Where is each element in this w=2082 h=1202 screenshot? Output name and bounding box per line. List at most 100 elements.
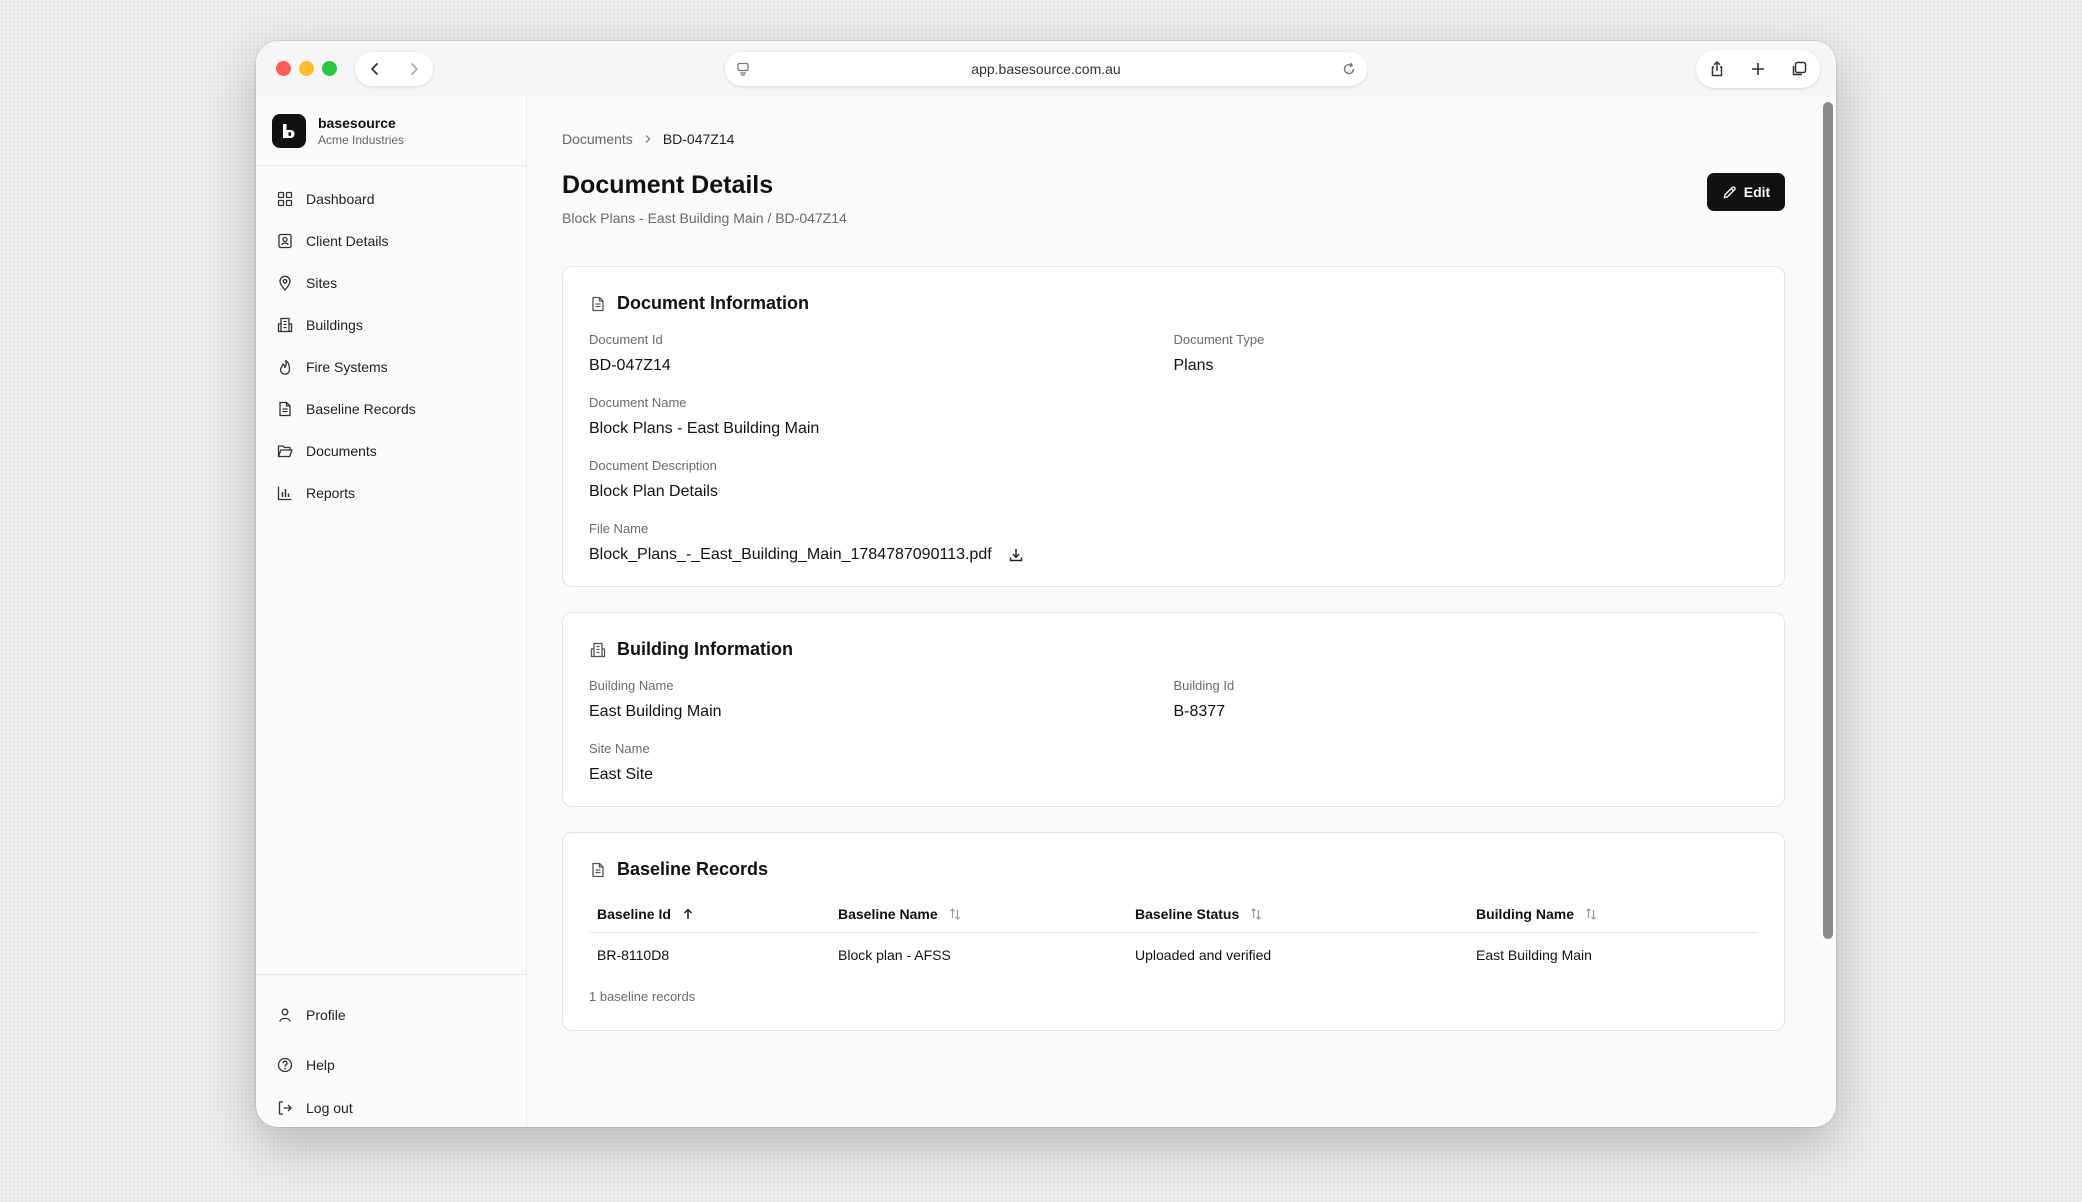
column-header-label: Baseline Status xyxy=(1135,906,1240,922)
address-bar[interactable]: app.basesource.com.au xyxy=(725,52,1367,86)
tab-overview-icon[interactable] xyxy=(1790,60,1808,78)
sidebar-item-help[interactable]: Help xyxy=(256,1043,526,1086)
browser-window: app.basesource.com.au basesource Acme In… xyxy=(256,41,1836,1127)
document-name-field: Document Name Block Plans - East Buildin… xyxy=(589,395,1758,438)
field-label: Document Type xyxy=(1173,332,1265,347)
building-id-value: B-8377 xyxy=(1173,703,1226,720)
file-text-icon xyxy=(589,295,607,313)
building-icon xyxy=(276,316,294,334)
brand[interactable]: basesource Acme Industries xyxy=(256,96,526,166)
document-type-field: Document Type Plans xyxy=(1174,332,1759,375)
records-count: 1 baseline records xyxy=(589,989,696,1004)
brand-name: basesource xyxy=(318,114,396,131)
building-name-cell: East Building Main xyxy=(1476,947,1592,963)
sidebar-item-dashboard[interactable]: Dashboard xyxy=(256,178,526,220)
help-circle-icon xyxy=(276,1056,294,1074)
share-icon[interactable] xyxy=(1708,60,1726,78)
column-header-baseline-id[interactable]: Baseline Id xyxy=(589,906,830,933)
close-window-button[interactable] xyxy=(276,61,291,76)
sidebar-item-reports[interactable]: Reports xyxy=(256,472,526,514)
sort-toggle-icon[interactable] xyxy=(948,907,962,921)
sidebar-item-fire-systems[interactable]: Fire Systems xyxy=(256,346,526,388)
sidebar-nav: Dashboard Client Details Sites Buildings xyxy=(256,166,526,514)
user-icon xyxy=(276,1006,294,1024)
column-header-baseline-status[interactable]: Baseline Status xyxy=(1127,906,1468,933)
sidebar-item-label: Help xyxy=(306,1056,335,1073)
sort-toggle-icon[interactable] xyxy=(1249,907,1263,921)
building-name-field: Building Name East Building Main xyxy=(589,678,1174,721)
field-label: Building Name xyxy=(589,678,674,693)
minimize-window-button[interactable] xyxy=(299,61,314,76)
field-label: File Name xyxy=(589,521,649,536)
pencil-icon xyxy=(1722,185,1737,200)
sidebar-item-sites[interactable]: Sites xyxy=(256,262,526,304)
building-icon xyxy=(589,641,607,659)
back-icon[interactable] xyxy=(367,61,383,77)
scrollbar-thumb[interactable] xyxy=(1823,102,1833,939)
new-tab-icon[interactable] xyxy=(1749,60,1767,78)
document-name-value: Block Plans - East Building Main xyxy=(589,420,820,437)
document-id-field: Document Id BD-047Z14 xyxy=(589,332,1174,375)
sidebar-item-label: Documents xyxy=(306,443,377,459)
url-text: app.basesource.com.au xyxy=(971,61,1121,77)
baseline-status-cell: Uploaded and verified xyxy=(1135,947,1272,963)
building-id-field: Building Id B-8377 xyxy=(1174,678,1759,721)
page-settings-icon[interactable] xyxy=(735,61,751,80)
forward-icon[interactable] xyxy=(406,61,422,77)
sidebar-item-label: Baseline Records xyxy=(306,401,416,417)
chevron-right-icon xyxy=(643,134,653,144)
column-header-label: Baseline Id xyxy=(597,906,671,922)
building-information-heading: Building Information xyxy=(589,639,1758,660)
edit-button[interactable]: Edit xyxy=(1707,173,1785,211)
sidebar-item-documents[interactable]: Documents xyxy=(256,430,526,472)
column-header-building-name[interactable]: Building Name xyxy=(1468,906,1758,933)
field-label: Document Name xyxy=(589,395,687,410)
baseline-records-card: Baseline Records Baseline Id Baseline Na… xyxy=(562,832,1785,1031)
sort-ascending-icon[interactable] xyxy=(681,907,695,921)
download-icon[interactable] xyxy=(1008,547,1024,563)
folder-open-icon xyxy=(276,442,294,460)
sidebar-item-baseline-records[interactable]: Baseline Records xyxy=(256,388,526,430)
field-label: Document Id xyxy=(589,332,663,347)
vertical-scrollbar[interactable] xyxy=(1823,102,1833,1121)
document-description-value: Block Plan Details xyxy=(589,483,718,500)
flame-icon xyxy=(276,358,294,376)
main-content: Documents BD-047Z14 Document Details Blo… xyxy=(527,96,1836,1127)
site-name-value: East Site xyxy=(589,766,654,783)
reload-icon[interactable] xyxy=(1341,61,1357,80)
document-description-field: Document Description Block Plan Details xyxy=(589,458,1758,501)
field-label: Document Description xyxy=(589,458,717,473)
site-name-field: Site Name East Site xyxy=(589,741,1758,784)
zoom-window-button[interactable] xyxy=(322,61,337,76)
basesource-logo-icon xyxy=(272,113,306,148)
map-pin-icon xyxy=(276,274,294,292)
baseline-id-cell: BR-8110D8 xyxy=(597,947,670,963)
column-header-baseline-name[interactable]: Baseline Name xyxy=(830,906,1127,933)
breadcrumb: Documents BD-047Z14 xyxy=(562,131,1785,147)
sidebar-item-client-details[interactable]: Client Details xyxy=(256,220,526,262)
sidebar-item-label: Client Details xyxy=(306,233,389,249)
sidebar-item-buildings[interactable]: Buildings xyxy=(256,304,526,346)
sidebar-footer: Profile Help Log out xyxy=(256,974,526,1127)
page-header: Document Details Block Plans - East Buil… xyxy=(562,171,1785,241)
building-information-card: Building Information Building Name East … xyxy=(562,612,1785,807)
column-header-label: Baseline Name xyxy=(838,906,938,922)
browser-titlebar: app.basesource.com.au xyxy=(256,41,1836,96)
field-label: Site Name xyxy=(589,741,650,756)
sort-toggle-icon[interactable] xyxy=(1584,907,1598,921)
log-out-icon xyxy=(276,1099,294,1117)
baseline-records-table: Baseline Id Baseline Name Baseline Statu… xyxy=(589,906,1758,973)
table-row[interactable]: BR-8110D8 Block plan - AFSS Uploaded and… xyxy=(589,933,1758,974)
edit-button-label: Edit xyxy=(1743,184,1771,200)
sidebar-item-log-out[interactable]: Log out xyxy=(256,1086,526,1127)
breadcrumb-documents-link[interactable]: Documents xyxy=(562,131,633,147)
breadcrumb-current: BD-047Z14 xyxy=(662,131,735,147)
baseline-records-heading: Baseline Records xyxy=(589,859,1758,880)
baseline-name-cell: Block plan - AFSS xyxy=(838,947,951,963)
card-title-text: Building Information xyxy=(617,639,793,659)
file-name-value: Block_Plans_-_East_Building_Main_1784787… xyxy=(589,546,992,563)
file-text-icon xyxy=(276,400,294,418)
file-name-field: File Name Block_Plans_-_East_Building_Ma… xyxy=(589,521,1758,564)
sidebar-item-profile[interactable]: Profile xyxy=(256,987,526,1043)
sidebar-item-label: Log out xyxy=(306,1099,353,1116)
